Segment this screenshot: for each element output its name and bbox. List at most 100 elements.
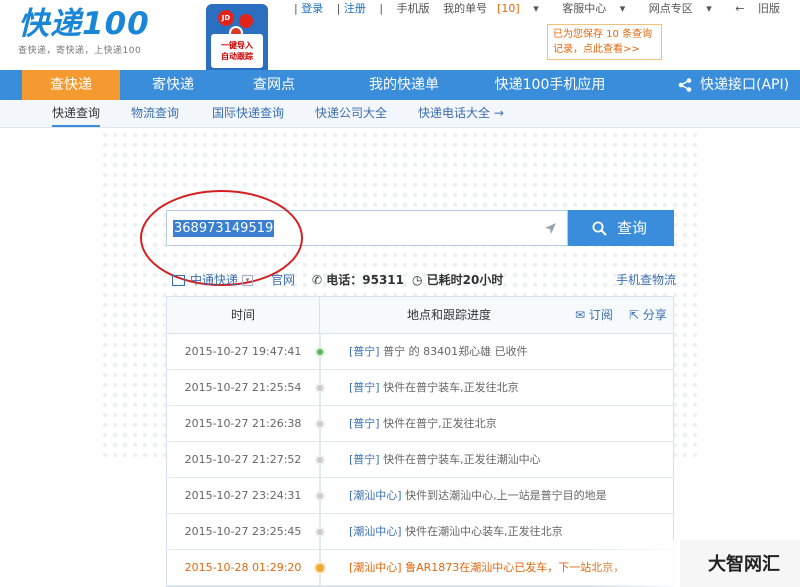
old-version-label: 旧版	[758, 2, 780, 15]
share-out-icon: ⇱	[629, 308, 640, 322]
nav-find-outlet[interactable]: 查网点	[224, 70, 324, 100]
subnav-phones[interactable]: 快递电话大全 →	[418, 100, 504, 127]
import-promo-badge[interactable]: JD 一键导入 自动跟踪	[206, 4, 268, 70]
subnav-companies[interactable]: 快递公司大全	[315, 100, 387, 127]
row-time: 2015-10-27 19:47:41	[167, 334, 320, 369]
chevron-down-icon: ▾	[706, 2, 712, 15]
row-desc: [潮汕中心] 快件在潮汕中心装车,正发往北京	[349, 514, 563, 549]
page: 快递100 查快递，寄快递，上快递100 JD 一键导入 自动跟踪 | 登录 |…	[0, 0, 800, 587]
row-location-link[interactable]: [普宁]	[349, 417, 380, 430]
tip-line1: 已为您保存 10 条查询	[553, 29, 653, 40]
share-icon	[678, 78, 692, 92]
subnav-intl-query[interactable]: 国际快递查询	[212, 100, 284, 127]
nav-send-express[interactable]: 寄快递	[124, 70, 222, 100]
courier-company[interactable]: 中通快递 ▾	[172, 271, 254, 289]
row-desc: [普宁] 快件在普宁,正发往北京	[349, 406, 497, 441]
login-register: | 登录 | 注册 |	[293, 2, 384, 15]
row-location-link[interactable]: [普宁]	[349, 345, 380, 358]
courier-phone: ✆ 电话：95311	[312, 271, 404, 289]
timeline-dot-icon	[315, 491, 325, 501]
official-site-link[interactable]: 官网	[271, 271, 295, 289]
watermark-text: 大智网汇	[708, 554, 780, 575]
timeline-dot-icon	[315, 419, 325, 429]
subscribe-label: 订阅	[588, 308, 613, 322]
share-button[interactable]: ⇱ 分享	[629, 297, 667, 334]
row-desc-text: 快件到达潮汕中心,上一站是普宁目的地是	[401, 489, 607, 502]
search-button-label: 查询	[616, 219, 647, 237]
my-orders-label: 我的单号	[443, 2, 488, 15]
jd-icon: JD	[218, 10, 234, 26]
table-row: 2015-10-27 23:24:31 [潮汕中心] 快件到达潮汕中心,上一站是…	[167, 478, 673, 514]
site-logo[interactable]: 快递100 查快递，寄快递，上快递100	[18, 6, 150, 56]
table-row: 2015-10-27 19:47:41 [普宁] 普宁 的 83401郑心雄 已…	[167, 334, 673, 370]
service-link[interactable]: 客服中心 ▾	[562, 2, 635, 15]
service-label: 客服中心	[562, 2, 607, 15]
chevron-down-icon: ▾	[533, 2, 539, 15]
company-logo-icon	[172, 275, 185, 286]
mall-icon	[239, 14, 253, 28]
row-desc: [普宁] 快件在普宁装车,正发往北京	[349, 370, 519, 405]
nav-query-express[interactable]: 查快递	[22, 70, 120, 100]
nav-my-waybills[interactable]: 我的快递单	[344, 70, 464, 100]
company-name: 中通快递	[190, 273, 239, 287]
mobile-track-link[interactable]: 手机查物流	[616, 271, 676, 289]
table-row: 2015-10-27 21:26:38 [普宁] 快件在普宁,正发往北京	[167, 406, 673, 442]
table-row: 2015-10-27 21:27:52 [普宁] 快件在普宁装车,正发往潮汕中心	[167, 442, 673, 478]
register-link[interactable]: 注册	[344, 2, 366, 15]
promo-line2: 自动跟踪	[221, 52, 253, 61]
chevron-down-icon: ▾	[619, 2, 626, 15]
col-time: 时间	[167, 297, 320, 334]
row-desc-text: 普宁 的 83401郑心雄 已收件	[379, 345, 528, 358]
row-desc-text: 快件在普宁装车,正发往北京	[379, 381, 519, 394]
search-button[interactable]: 查询	[568, 210, 674, 246]
row-desc: [普宁] 快件在普宁装车,正发往潮汕中心	[349, 442, 541, 477]
elapsed-text: 已耗时20小时	[426, 273, 504, 287]
dropdown-arrow-icon[interactable]: ▾	[242, 275, 254, 286]
row-time: 2015-10-27 23:24:31	[167, 478, 320, 513]
mobile-link[interactable]: 手机版	[397, 2, 430, 15]
row-time: 2015-10-27 21:25:54	[167, 370, 320, 405]
row-location-link[interactable]: [潮汕中心]	[349, 489, 402, 502]
row-location-link[interactable]: [潮汕中心]	[349, 561, 402, 574]
phone-icon: ✆	[312, 273, 323, 287]
row-time: 2015-10-27 21:27:52	[167, 442, 320, 477]
locate-arrow-icon[interactable]	[544, 222, 557, 235]
timeline-dot-icon	[315, 383, 325, 393]
row-location-link[interactable]: [潮汕中心]	[349, 525, 402, 538]
nav-api[interactable]: 快递接口(API)	[700, 70, 796, 100]
top-nav: | 登录 | 注册 | 手机版 我的单号 [10] ▾ 客服中心 ▾ 网点专区 ▾…	[293, 0, 800, 15]
row-location-link[interactable]: [普宁]	[349, 453, 380, 466]
row-desc-text: 鲁AR1873在潮汕中心已发车，下一站北京，	[401, 561, 625, 574]
col-location: 地点和跟踪进度	[407, 308, 492, 322]
history-tip[interactable]: 已为您保存 10 条查询 记录，点此查看>>	[547, 24, 662, 60]
row-desc-text: 快件在潮汕中心装车,正发往北京	[401, 525, 563, 538]
row-desc: [潮汕中心] 鲁AR1873在潮汕中心已发车，下一站北京，	[349, 550, 624, 585]
search-icon	[592, 221, 607, 236]
nav-mobile-app[interactable]: 快递100手机应用	[476, 70, 624, 100]
table-row: 2015-10-27 21:25:54 [普宁] 快件在普宁装车,正发往北京	[167, 370, 673, 406]
timeline-dot-icon	[315, 527, 325, 537]
logo-text: 快递100	[18, 6, 150, 42]
my-orders-count: [10]	[497, 2, 520, 15]
row-time: 2015-10-27 21:26:38	[167, 406, 320, 441]
timeline-dot-icon	[315, 347, 325, 357]
table-header: 时间 地点和跟踪进度 ✉ 订阅 ⇱ 分享	[167, 297, 673, 334]
share-label: 分享	[642, 308, 667, 322]
promo-line1: 一键导入	[221, 41, 253, 50]
elapsed-time: ◷ 已耗时20小时	[412, 271, 503, 289]
subnav-logistics-query[interactable]: 物流查询	[131, 100, 179, 127]
row-desc: [普宁] 普宁 的 83401郑心雄 已收件	[349, 334, 528, 369]
row-location-link[interactable]: [普宁]	[349, 381, 380, 394]
timeline-dot-icon	[315, 455, 325, 465]
watermark: 大智网汇	[680, 540, 800, 587]
my-orders-link[interactable]: 我的单号 [10] ▾	[443, 2, 549, 15]
outlets-zone-label: 网点专区	[648, 2, 693, 15]
subscribe-button[interactable]: ✉ 订阅	[575, 297, 613, 334]
subnav-express-query[interactable]: 快递查询	[52, 100, 101, 127]
outlets-zone-link[interactable]: 网点专区 ▾	[649, 2, 722, 15]
clock-icon: ◷	[412, 273, 423, 287]
main-nav: 查快递 寄快递 查网点 我的快递单 快递100手机应用 快递接口(API)	[0, 70, 800, 100]
row-desc: [潮汕中心] 快件到达潮汕中心,上一站是普宁目的地是	[349, 478, 607, 513]
old-version-link[interactable]: ← 旧版	[735, 2, 790, 15]
login-link[interactable]: 登录	[301, 2, 323, 15]
